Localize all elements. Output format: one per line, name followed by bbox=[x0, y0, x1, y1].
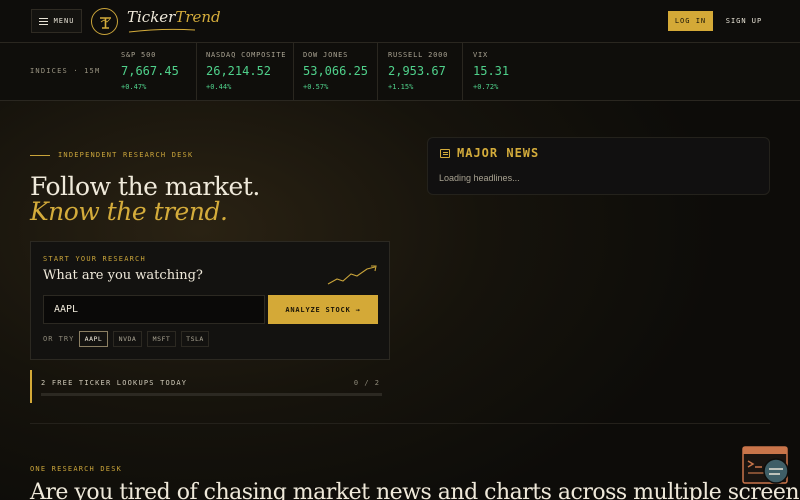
section-kicker: ONE RESEARCH DESK bbox=[30, 465, 123, 473]
analyze-stock-label: ANALYZE STOCK bbox=[285, 305, 351, 314]
section-headline: Are you tired of chasing market news and… bbox=[30, 480, 800, 500]
major-news-card: MAJOR NEWS Loading headlines... bbox=[427, 137, 770, 195]
ticker-change: +0.72% bbox=[473, 83, 499, 91]
ticker-item-nasdaq[interactable]: NASDAQ COMPOSITE 26,214.52 +0.44% bbox=[206, 43, 294, 100]
top-header: MENU TickerTrend LOG IN SIGN UP bbox=[0, 0, 800, 43]
suggestion-chip-msft[interactable]: MSFT bbox=[147, 331, 176, 347]
news-loading-text: Loading headlines... bbox=[439, 173, 520, 183]
logo-mark-icon[interactable] bbox=[91, 8, 118, 35]
analyze-stock-button[interactable]: ANALYZE STOCK → bbox=[268, 295, 378, 324]
ticker-price: 15.31 bbox=[473, 64, 510, 78]
kicker-rule bbox=[30, 154, 50, 156]
hamburger-icon bbox=[38, 17, 48, 25]
signup-button[interactable]: SIGN UP bbox=[720, 11, 768, 31]
research-card: START YOUR RESEARCH What are you watchin… bbox=[30, 241, 390, 360]
logo-wordmark[interactable]: TickerTrend bbox=[127, 8, 221, 26]
ticker-change: +0.44% bbox=[206, 83, 232, 91]
ticker-name: RUSSELL 2000 bbox=[388, 51, 449, 59]
ticker-price: 2,953.67 bbox=[388, 64, 446, 78]
suggestion-chip-nvda[interactable]: NVDA bbox=[113, 331, 142, 347]
logo-text-trend: Trend bbox=[175, 8, 221, 26]
ticker-item-dow[interactable]: DOW JONES 53,066.25 +0.57% bbox=[303, 43, 378, 100]
arrow-right-icon: → bbox=[355, 305, 361, 314]
hero-headline-line2: Know the trend. bbox=[30, 197, 228, 226]
free-lookups-progress-track bbox=[41, 393, 382, 396]
ticker-change: +0.57% bbox=[303, 83, 329, 91]
ticker-name: NASDAQ COMPOSITE bbox=[206, 51, 287, 59]
ticker-item-sp500[interactable]: S&P 500 7,667.45 +0.47% bbox=[121, 43, 197, 100]
hero-kicker-text: INDEPENDENT RESEARCH DESK bbox=[58, 151, 194, 159]
ticker-item-russell[interactable]: RUSSELL 2000 2,953.67 +1.15% bbox=[388, 43, 463, 100]
ticker-change: +1.15% bbox=[388, 83, 414, 91]
free-lookups-count: 0 / 2 bbox=[353, 379, 380, 387]
suggestion-chip-tsla[interactable]: TSLA bbox=[181, 331, 209, 347]
ticker-name: DOW JONES bbox=[303, 51, 349, 59]
indices-ticker-bar: INDICES · 15M S&P 500 7,667.45 +0.47% NA… bbox=[0, 43, 800, 101]
ticker-price: 26,214.52 bbox=[206, 64, 272, 78]
chat-support-icon[interactable] bbox=[742, 446, 790, 486]
indices-label: INDICES · 15M bbox=[30, 67, 101, 75]
menu-button[interactable]: MENU bbox=[31, 9, 82, 33]
free-lookups-label: 2 FREE TICKER LOOKUPS TODAY bbox=[41, 379, 188, 387]
major-news-title: MAJOR NEWS bbox=[457, 146, 540, 160]
newspaper-icon bbox=[440, 149, 450, 158]
login-button[interactable]: LOG IN bbox=[668, 11, 713, 31]
ticker-search-input[interactable] bbox=[43, 295, 265, 324]
ticker-name: S&P 500 bbox=[121, 51, 157, 59]
logo-swoosh-icon bbox=[128, 28, 196, 33]
hero-kicker: INDEPENDENT RESEARCH DESK bbox=[30, 151, 193, 159]
menu-label: MENU bbox=[53, 17, 75, 25]
ticker-price: 53,066.25 bbox=[303, 64, 369, 78]
ticker-price: 7,667.45 bbox=[121, 64, 179, 78]
or-try-label: OR TRY bbox=[43, 335, 75, 343]
trend-sparkline-icon bbox=[327, 265, 377, 285]
logo-text-ticker: Ticker bbox=[127, 8, 176, 26]
research-title: What are you watching? bbox=[43, 268, 203, 283]
ticker-name: VIX bbox=[473, 51, 489, 59]
free-lookups-meter: 2 FREE TICKER LOOKUPS TODAY 0 / 2 bbox=[30, 370, 382, 403]
research-kicker: START YOUR RESEARCH bbox=[43, 255, 146, 263]
ticker-change: +0.47% bbox=[121, 83, 147, 91]
suggestion-chip-aapl[interactable]: AAPL bbox=[79, 331, 108, 347]
section-divider bbox=[30, 423, 770, 424]
ticker-item-vix[interactable]: VIX 15.31 +0.72% bbox=[473, 43, 533, 100]
